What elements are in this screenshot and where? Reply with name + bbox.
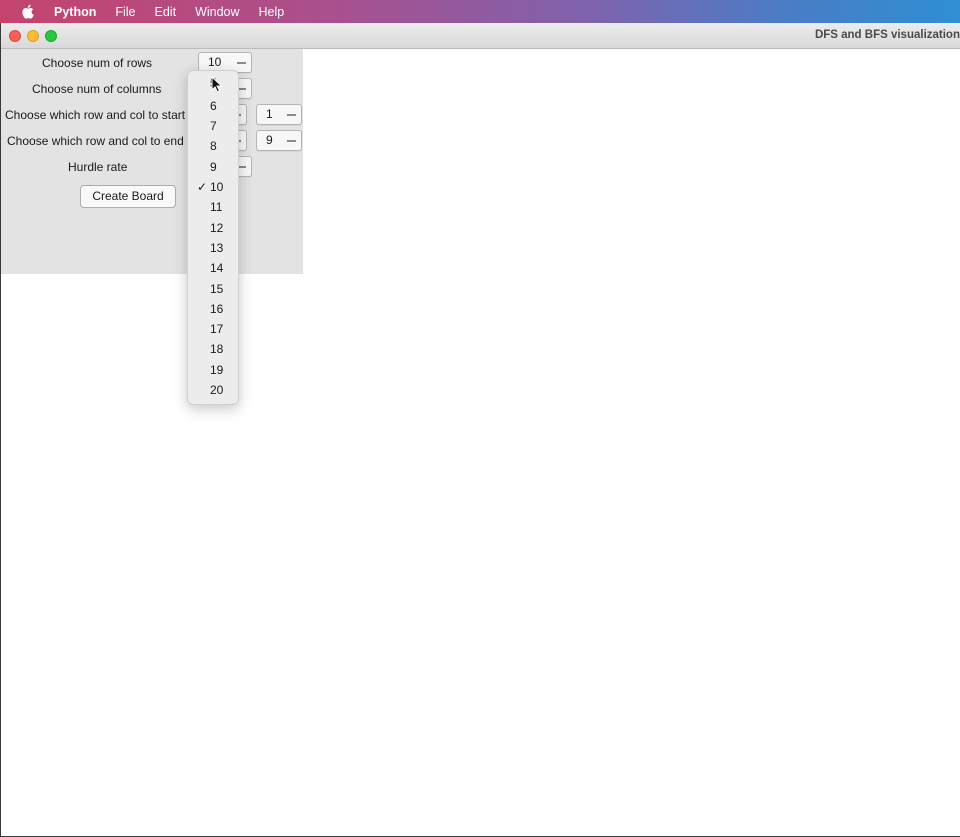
macos-menu-bar: Python File Edit Window Help xyxy=(0,0,960,23)
settings-panel: Choose num of rows 10 Choose num of colu… xyxy=(1,49,303,274)
dropdown-option[interactable]: 8 xyxy=(188,136,238,156)
dropdown-option[interactable]: 19 xyxy=(188,360,238,380)
dropdown-indicator-icon xyxy=(287,114,296,116)
menu-window[interactable]: Window xyxy=(195,5,239,19)
end-col-value: 9 xyxy=(266,133,273,147)
menu-help[interactable]: Help xyxy=(259,5,285,19)
option-label: 6 xyxy=(210,99,217,113)
dropdown-option[interactable]: 13 xyxy=(188,238,238,258)
mouse-pointer-icon xyxy=(211,76,223,93)
app-window: DFS and BFS visualization Choose num of … xyxy=(0,23,960,837)
rows-select-value: 10 xyxy=(208,55,222,69)
dropdown-option[interactable]: 7 xyxy=(188,116,238,136)
option-label: 17 xyxy=(210,322,224,336)
checkmark-icon: ✓ xyxy=(197,180,208,194)
dropdown-option[interactable]: 18 xyxy=(188,339,238,359)
option-label: 20 xyxy=(210,383,224,397)
dropdown-option-selected[interactable]: ✓ 10 xyxy=(188,177,238,197)
option-label: 12 xyxy=(210,221,224,235)
option-label: 14 xyxy=(210,261,224,275)
dropdown-option[interactable]: 14 xyxy=(188,258,238,278)
menu-python[interactable]: Python xyxy=(54,5,96,19)
hurdle-label: Hurdle rate xyxy=(68,160,128,174)
end-col-select[interactable]: 9 xyxy=(256,130,302,151)
menu-file[interactable]: File xyxy=(115,5,135,19)
dropdown-option[interactable]: 20 xyxy=(188,380,238,400)
option-label: 15 xyxy=(210,282,224,296)
columns-label: Choose num of columns xyxy=(32,82,162,96)
dropdown-option[interactable]: 15 xyxy=(188,279,238,299)
option-label: 10 xyxy=(210,180,224,194)
option-label: 13 xyxy=(210,241,224,255)
menu-edit[interactable]: Edit xyxy=(155,5,177,19)
dropdown-option[interactable]: 6 xyxy=(188,96,238,116)
dropdown-option[interactable]: 16 xyxy=(188,299,238,319)
option-label: 9 xyxy=(210,160,217,174)
rows-label: Choose num of rows xyxy=(42,56,153,70)
option-label: 19 xyxy=(210,363,224,377)
apple-logo-icon xyxy=(21,4,34,19)
start-col-select[interactable]: 1 xyxy=(256,104,302,125)
option-label: 18 xyxy=(210,342,224,356)
start-label: Choose which row and col to start xyxy=(5,108,186,122)
dropdown-option[interactable]: 12 xyxy=(188,218,238,238)
minimize-window-button[interactable] xyxy=(27,30,39,42)
start-col-value: 1 xyxy=(266,107,273,121)
dropdown-option[interactable]: 17 xyxy=(188,319,238,339)
window-titlebar[interactable]: DFS and BFS visualization xyxy=(1,23,960,49)
zoom-window-button[interactable] xyxy=(45,30,57,42)
dropdown-option[interactable]: 9 xyxy=(188,157,238,177)
end-label: Choose which row and col to end xyxy=(7,134,184,148)
rows-dropdown-menu: 5 6 7 8 9 ✓ 10 11 12 13 14 15 16 17 18 1… xyxy=(187,70,239,405)
window-title: DFS and BFS visualization xyxy=(814,29,960,41)
option-label: 8 xyxy=(210,139,217,153)
apple-menu[interactable] xyxy=(0,4,54,19)
create-board-button[interactable]: Create Board xyxy=(80,185,176,208)
option-label: 7 xyxy=(210,119,217,133)
dropdown-option[interactable]: 11 xyxy=(188,197,238,217)
option-label: 16 xyxy=(210,302,224,316)
close-window-button[interactable] xyxy=(9,30,21,42)
dropdown-indicator-icon xyxy=(237,62,246,64)
option-label: 11 xyxy=(210,200,223,214)
dropdown-indicator-icon xyxy=(287,140,296,142)
